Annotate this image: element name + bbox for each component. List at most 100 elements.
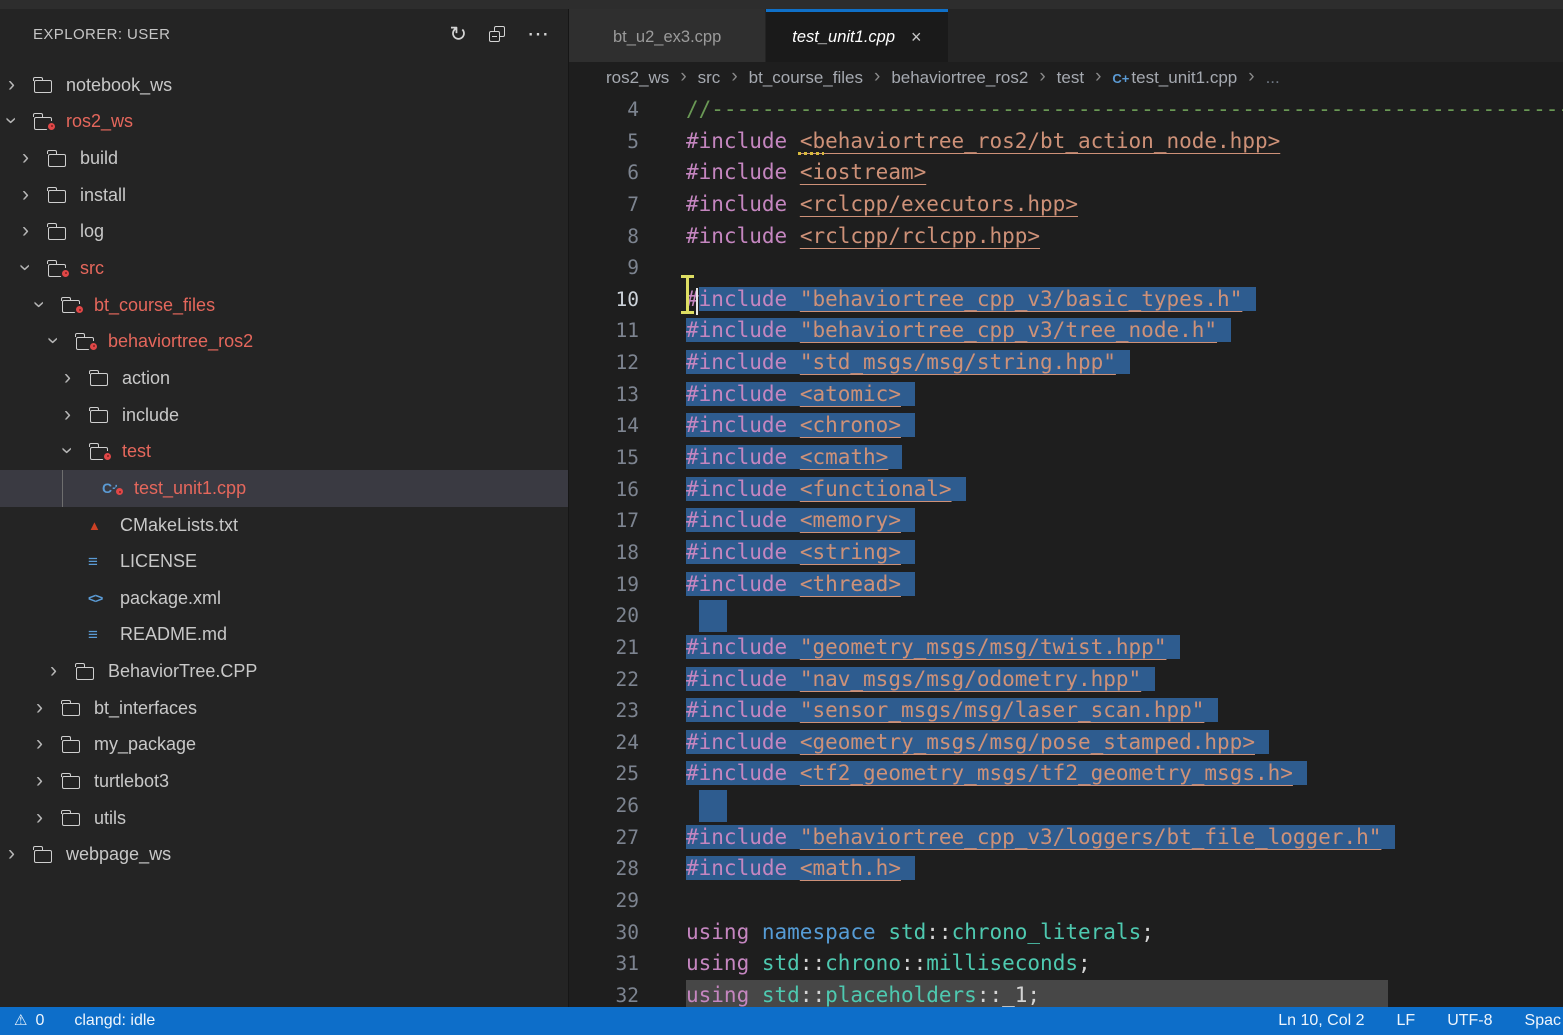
line-number[interactable]: 9 [569, 252, 639, 284]
code-line-11[interactable]: 11#include "behaviortree_cpp_v3/tree_nod… [569, 315, 1563, 347]
breadcrumb-item-[interactable]: ... [1266, 68, 1280, 88]
code-line-15[interactable]: 15#include <cmath> [569, 442, 1563, 474]
code-line-6[interactable]: 6#include <iostream> [569, 157, 1563, 189]
code-line-27[interactable]: 27#include "behaviortree_cpp_v3/loggers/… [569, 822, 1563, 854]
code-editor[interactable]: 4//-------------------------------------… [569, 94, 1563, 1007]
line-number[interactable]: 30 [569, 917, 639, 949]
tree-item-test-unit1-cpp[interactable]: C+test_unit1.cpp [0, 470, 568, 507]
chevron-collapsed-icon[interactable]: › [50, 661, 76, 682]
code-line-5[interactable]: 5#include <behaviortree_ros2/bt_action_n… [569, 126, 1563, 158]
code-line-16[interactable]: 16#include <functional> [569, 474, 1563, 506]
chevron-expanded-icon[interactable]: › [36, 295, 62, 316]
breadcrumb-item-test-unit1-cpp[interactable]: C+test_unit1.cpp [1112, 68, 1237, 88]
refresh-explorer-icon[interactable]: ↻ [449, 24, 467, 45]
line-number[interactable]: 6 [569, 157, 639, 189]
chevron-collapsed-icon[interactable]: › [8, 844, 34, 865]
chevron-collapsed-icon[interactable]: › [22, 148, 48, 169]
code-line-30[interactable]: 30using namespace std::chrono_literals; [569, 917, 1563, 949]
chevron-collapsed-icon[interactable]: › [22, 185, 48, 206]
chevron-expanded-icon[interactable]: › [8, 111, 34, 132]
line-number[interactable]: 5 [569, 126, 639, 158]
tree-item-notebook-ws[interactable]: ›notebook_ws [0, 67, 568, 104]
chevron-collapsed-icon[interactable]: › [36, 808, 62, 829]
line-number[interactable]: 20 [569, 600, 639, 632]
line-number[interactable]: 4 [569, 94, 639, 126]
chevron-collapsed-icon[interactable]: › [36, 734, 62, 755]
code-line-21[interactable]: 21#include "geometry_msgs/msg/twist.hpp" [569, 632, 1563, 664]
problems-status[interactable]: ⚠ 0 [14, 1012, 44, 1030]
line-number[interactable]: 12 [569, 347, 639, 379]
code-line-25[interactable]: 25#include <tf2_geometry_msgs/tf2_geomet… [569, 758, 1563, 790]
tree-item-build[interactable]: ›build [0, 140, 568, 177]
tree-item-license[interactable]: ≡LICENSE [0, 543, 568, 580]
chevron-expanded-icon[interactable]: › [22, 258, 48, 279]
breadcrumb-item-src[interactable]: src [698, 68, 721, 88]
line-number[interactable]: 26 [569, 790, 639, 822]
line-number[interactable]: 7 [569, 189, 639, 221]
line-number[interactable]: 14 [569, 410, 639, 442]
status-utf-8[interactable]: UTF-8 [1447, 1012, 1492, 1030]
line-number[interactable]: 23 [569, 695, 639, 727]
tree-item-action[interactable]: ›action [0, 360, 568, 397]
tree-item-include[interactable]: ›include [0, 397, 568, 434]
code-line-24[interactable]: 24#include <geometry_msgs/msg/pose_stamp… [569, 727, 1563, 759]
line-number[interactable]: 27 [569, 822, 639, 854]
code-line-17[interactable]: 17#include <memory> [569, 505, 1563, 537]
code-line-10[interactable]: 10#include "behaviortree_cpp_v3/basic_ty… [569, 284, 1563, 316]
code-line-26[interactable]: 26 [569, 790, 1563, 822]
code-line-31[interactable]: 31using std::chrono::milliseconds; [569, 948, 1563, 980]
line-number[interactable]: 15 [569, 442, 639, 474]
code-line-4[interactable]: 4//-------------------------------------… [569, 94, 1563, 126]
status-ln-10-col-2[interactable]: Ln 10, Col 2 [1278, 1012, 1364, 1030]
tab-bt-u2-ex3-cpp[interactable]: bt_u2_ex3.cpp [569, 9, 765, 62]
code-line-28[interactable]: 28#include <math.h> [569, 853, 1563, 885]
status-spac[interactable]: Spac [1525, 1012, 1561, 1030]
line-number[interactable]: 21 [569, 632, 639, 664]
tree-item-cmakelists-txt[interactable]: ▲CMakeLists.txt [0, 507, 568, 544]
line-number[interactable]: 17 [569, 505, 639, 537]
chevron-collapsed-icon[interactable]: › [22, 221, 48, 242]
line-number[interactable]: 29 [569, 885, 639, 917]
breadcrumb-item-bt-course-files[interactable]: bt_course_files [749, 68, 863, 88]
code-line-23[interactable]: 23#include "sensor_msgs/msg/laser_scan.h… [569, 695, 1563, 727]
code-line-12[interactable]: 12#include "std_msgs/msg/string.hpp" [569, 347, 1563, 379]
code-line-14[interactable]: 14#include <chrono> [569, 410, 1563, 442]
chevron-expanded-icon[interactable]: › [64, 441, 90, 462]
line-number[interactable]: 18 [569, 537, 639, 569]
breadcrumb-item-test[interactable]: test [1057, 68, 1084, 88]
tab-test-unit1-cpp[interactable]: test_unit1.cpp× [766, 9, 947, 62]
tree-item-readme-md[interactable]: ≡README.md [0, 617, 568, 654]
code-line-20[interactable]: 20 [569, 600, 1563, 632]
chevron-expanded-icon[interactable]: › [50, 331, 76, 352]
status-lf[interactable]: LF [1397, 1012, 1416, 1030]
tree-item-behaviortree-ros2[interactable]: ›behaviortree_ros2 [0, 323, 568, 360]
line-number[interactable]: 22 [569, 664, 639, 696]
code-line-29[interactable]: 29 [569, 885, 1563, 917]
chevron-collapsed-icon[interactable]: › [36, 771, 62, 792]
line-number[interactable]: 24 [569, 727, 639, 759]
code-line-22[interactable]: 22#include "nav_msgs/msg/odometry.hpp" [569, 664, 1563, 696]
line-number[interactable]: 16 [569, 474, 639, 506]
tree-item-test[interactable]: ›test [0, 433, 568, 470]
line-number[interactable]: 10 [569, 284, 639, 316]
line-number[interactable]: 25 [569, 758, 639, 790]
tree-item-bt-course-files[interactable]: ›bt_course_files [0, 287, 568, 324]
tree-item-package-xml[interactable]: <>package.xml [0, 580, 568, 617]
code-line-8[interactable]: 8#include <rclcpp/rclcpp.hpp> [569, 221, 1563, 253]
chevron-collapsed-icon[interactable]: › [64, 405, 90, 426]
clangd-status[interactable]: clangd: idle [74, 1012, 155, 1030]
code-line-18[interactable]: 18#include <string> [569, 537, 1563, 569]
chevron-collapsed-icon[interactable]: › [64, 368, 90, 389]
code-line-19[interactable]: 19#include <thread> [569, 569, 1563, 601]
tree-item-log[interactable]: ›log [0, 214, 568, 251]
chevron-collapsed-icon[interactable]: › [36, 698, 62, 719]
breadcrumb-item-ros2-ws[interactable]: ros2_ws [606, 68, 669, 88]
line-number[interactable]: 32 [569, 980, 639, 1007]
tree-item-src[interactable]: ›src [0, 250, 568, 287]
tree-item-my-package[interactable]: ›my_package [0, 727, 568, 764]
tree-item-webpage-ws[interactable]: ›webpage_ws [0, 836, 568, 873]
tree-item-install[interactable]: ›install [0, 177, 568, 214]
chevron-collapsed-icon[interactable]: › [8, 75, 34, 96]
tree-item-behaviortree-cpp[interactable]: ›BehaviorTree.CPP [0, 653, 568, 690]
tree-item-turtlebot3[interactable]: ›turtlebot3 [0, 763, 568, 800]
